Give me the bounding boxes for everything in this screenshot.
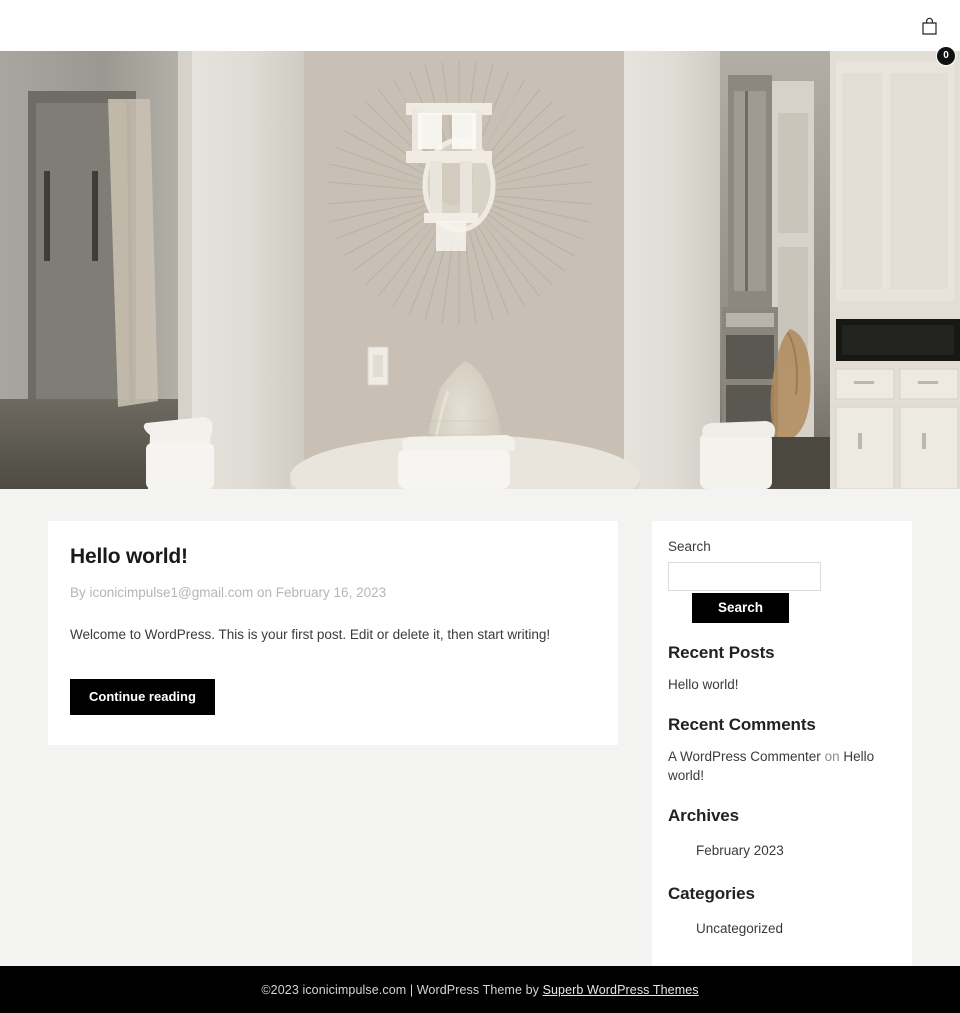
category-link[interactable]: Uncategorized [696,921,783,936]
categories-list: Uncategorized [668,916,896,942]
post-meta: By iconicimpulse1@gmail.com on February … [70,585,387,601]
widget-title-recent-posts: Recent Posts [668,643,775,663]
recent-posts-list: Hello world! [668,675,896,695]
post-excerpt: Welcome to WordPress. This is your first… [70,627,551,643]
widget-archives: Archives February 2023 [668,806,896,864]
widget-categories: Categories Uncategorized [668,884,896,942]
list-item: Uncategorized [696,916,896,942]
site-header [0,0,960,51]
site-footer: ©2023 iconicimpulse.com | WordPress Them… [0,966,960,1013]
page-root: 0 Hello world! By iconicimpulse1@gmail.c… [0,0,960,1013]
recent-comment-item: A WordPress Commenter on Hello world! [668,747,896,786]
cart-count-badge: 0 [937,47,955,65]
post-card: Hello world! By iconicimpulse1@gmail.com… [48,521,618,745]
sidebar: Search Search Recent Posts Hello world! … [652,521,912,968]
shopping-bag-icon [921,17,937,35]
footer-theme-link[interactable]: Superb WordPress Themes [543,983,699,997]
hero-illustration [0,51,960,489]
continue-reading-button[interactable]: Continue reading [70,678,215,715]
archive-link[interactable]: February 2023 [696,843,784,858]
list-item: February 2023 [696,838,896,864]
widget-title-archives: Archives [668,805,740,825]
footer-credit: ©2023 iconicimpulse.com | WordPress Them… [261,983,698,997]
hero-banner-image [0,51,960,489]
main-content: Hello world! By iconicimpulse1@gmail.com… [0,489,960,968]
archives-list: February 2023 [668,838,896,864]
widget-title-categories: Categories [668,883,755,903]
widget-recent-comments: Recent Comments A WordPress Commenter on… [668,715,896,786]
widget-title-recent-comments: Recent Comments [668,714,816,734]
footer-copyright: ©2023 iconicimpulse.com | WordPress Them… [261,982,539,997]
comment-connector: on [824,748,840,764]
search-label: Search [668,539,711,554]
recent-post-item[interactable]: Hello world! [668,677,739,692]
comment-author-link[interactable]: A WordPress Commenter [668,749,821,764]
cart-button[interactable] [916,11,942,41]
search-submit-button[interactable]: Search [692,593,790,624]
search-input[interactable] [668,562,821,591]
cart-count-value: 0 [943,50,949,61]
widget-search: Search Search [668,539,896,624]
widget-recent-posts: Recent Posts Hello world! [668,643,896,695]
post-title: Hello world! [70,545,188,568]
